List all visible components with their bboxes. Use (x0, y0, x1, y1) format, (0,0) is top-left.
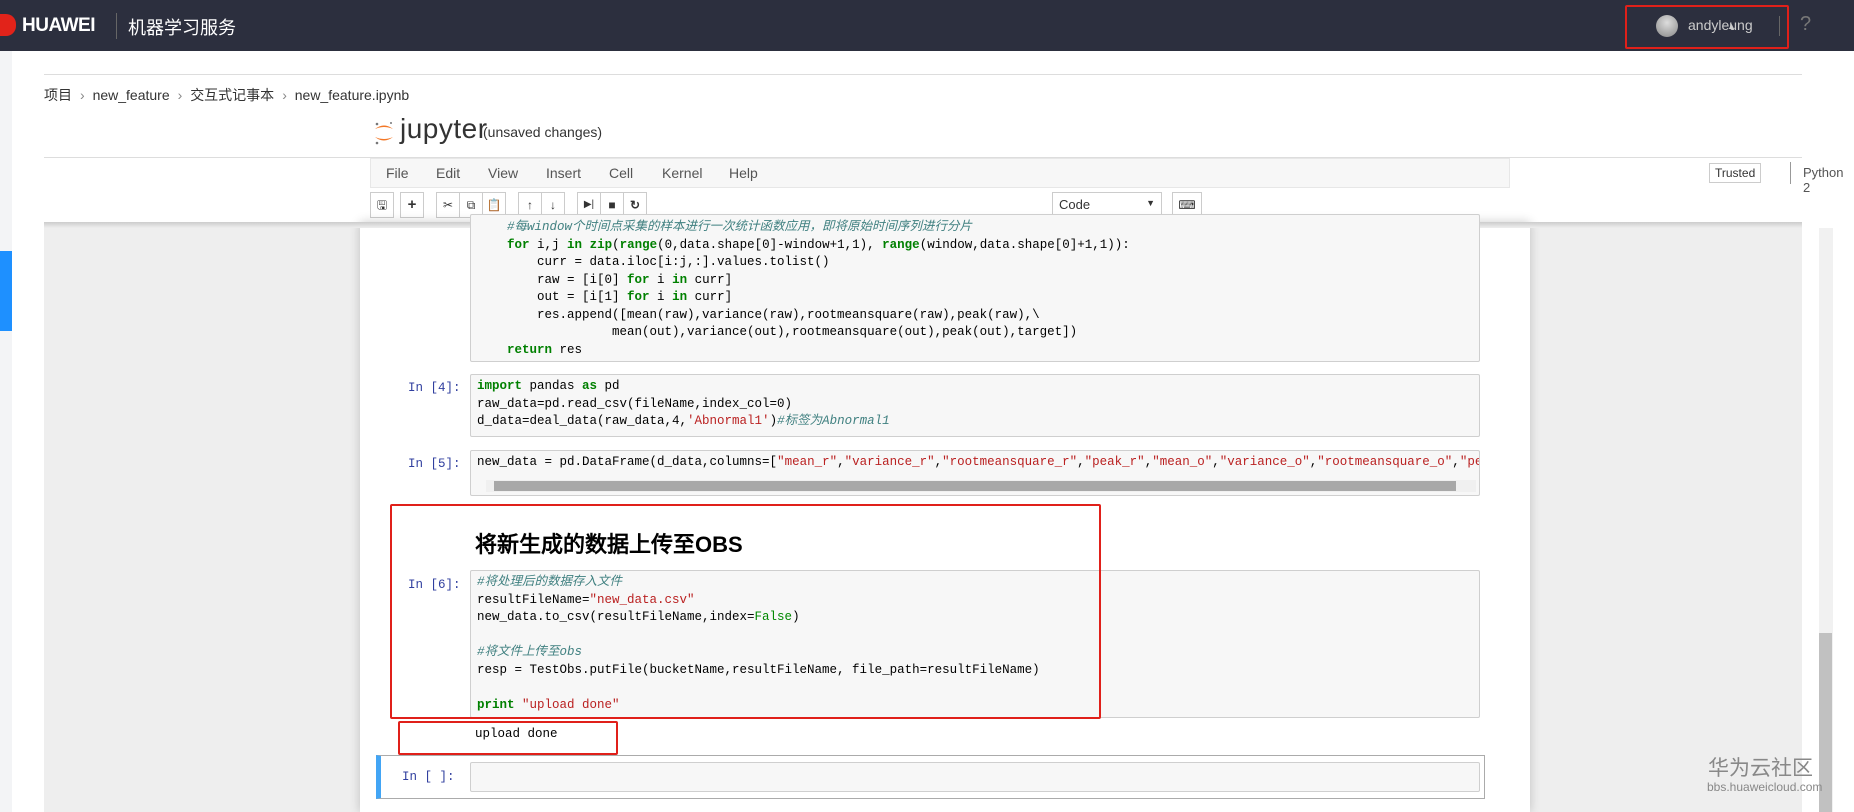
horizontal-scrollbar[interactable] (486, 480, 1476, 492)
dropdown-arrow-icon: ▼ (1146, 198, 1155, 208)
huawei-logo-icon (0, 14, 16, 36)
breadcrumb-sep: › (177, 87, 183, 103)
menubar: File Edit View Insert Cell Kernel Help T… (370, 158, 1843, 195)
code-line: d_data=deal_data(raw_data,4,'Abnormal1')… (477, 414, 890, 428)
breadcrumb: 项目 › new_feature › 交互式记事本 › new_feature.ipy… (44, 85, 413, 105)
sidebar-toggle[interactable] (0, 251, 12, 331)
code-line: out = [i[1] for i in curr] (477, 290, 733, 304)
cell-type-value: Code (1059, 197, 1091, 212)
watermark-url: bbs.huaweicloud.com (1707, 780, 1823, 794)
code-line: curr = data.iloc[i:j,:].values.tolist() (477, 255, 830, 269)
save-icon[interactable]: 🖫 (370, 192, 394, 218)
menu-edit[interactable]: Edit (436, 165, 460, 181)
cut-icon[interactable]: ✂ (436, 192, 460, 218)
cell-prompt: In [ ]: (402, 770, 455, 784)
breadcrumb-item[interactable]: new_feature (93, 87, 170, 103)
highlight-box (398, 721, 618, 755)
code-line: raw_data=pd.read_csv(fileName,index_col=… (477, 396, 793, 411)
menu-file[interactable]: File (386, 165, 409, 181)
menu-insert[interactable]: Insert (546, 165, 581, 181)
trusted-indicator[interactable]: Trusted (1709, 163, 1762, 183)
code-line: #每window个时间点采集的样本进行一次统计函数应用，即将原始时间序列进行分片 (507, 220, 973, 234)
divider (116, 13, 117, 39)
code-line: raw = [i[0] for i in curr] (477, 272, 733, 287)
code-line: mean(out),variance(out),rootmeansquare(o… (477, 325, 1078, 339)
code-cell-4[interactable]: import pandas as pd raw_data=pd.read_csv(… (470, 374, 1480, 437)
divider (1779, 16, 1780, 36)
menu-view[interactable]: View (488, 165, 518, 181)
breadcrumb-current: new_feature.ipynb (294, 87, 410, 103)
menu-cell[interactable]: Cell (609, 165, 633, 181)
top-header: HUAWEI 机器学习服务 andyleung ▲ ? (0, 0, 1854, 51)
code-line: import pandas as pd (477, 379, 620, 393)
avatar[interactable] (1656, 15, 1678, 37)
brand[interactable]: HUAWEI (22, 15, 96, 37)
service-title[interactable]: 机器学习服务 (128, 14, 236, 40)
save-status: (unsaved changes) (483, 124, 603, 140)
empty-code-cell[interactable] (470, 762, 1480, 792)
breadcrumb-sep: › (282, 87, 287, 103)
scrollbar-thumb[interactable] (494, 481, 1456, 491)
plus-icon[interactable]: + (400, 192, 424, 218)
code-line: return res (507, 342, 583, 357)
highlight-box (390, 504, 1101, 719)
jupyter-logo-icon (375, 122, 393, 145)
help-icon[interactable]: ? (1800, 13, 1811, 36)
cell-prompt: In [4]: (408, 381, 461, 395)
sidebar (0, 51, 12, 812)
code-cell-3[interactable]: #每window个时间点采集的样本进行一次统计函数应用，即将原始时间序列进行分片… (470, 214, 1480, 362)
divider (44, 74, 1802, 75)
menu-help[interactable]: Help (729, 165, 758, 181)
divider (1790, 162, 1791, 184)
breadcrumb-sep: › (80, 87, 85, 103)
cell-prompt: In [5]: (408, 457, 461, 471)
user-menu[interactable]: andyleung (1688, 17, 1753, 33)
breadcrumb-item[interactable]: 项目 (44, 87, 72, 103)
vertical-scrollbar[interactable] (1819, 228, 1833, 812)
code-line: res.append([mean(raw),variance(raw),root… (477, 307, 1040, 322)
menu-kernel[interactable]: Kernel (662, 165, 702, 181)
caret-up-icon[interactable]: ▲ (1727, 21, 1736, 31)
code-line: for i,j in zip(range(0,data.shape[0]-win… (507, 237, 1130, 252)
jupyter-title[interactable]: jupyter (400, 113, 488, 145)
watermark: 华为云社区 (1708, 757, 1813, 780)
code-line: new_data = pd.DataFrame(d_data,columns=[… (477, 455, 1479, 469)
breadcrumb-item[interactable]: 交互式记事本 (190, 87, 274, 103)
kernel-name: Python 2 (1803, 165, 1844, 195)
